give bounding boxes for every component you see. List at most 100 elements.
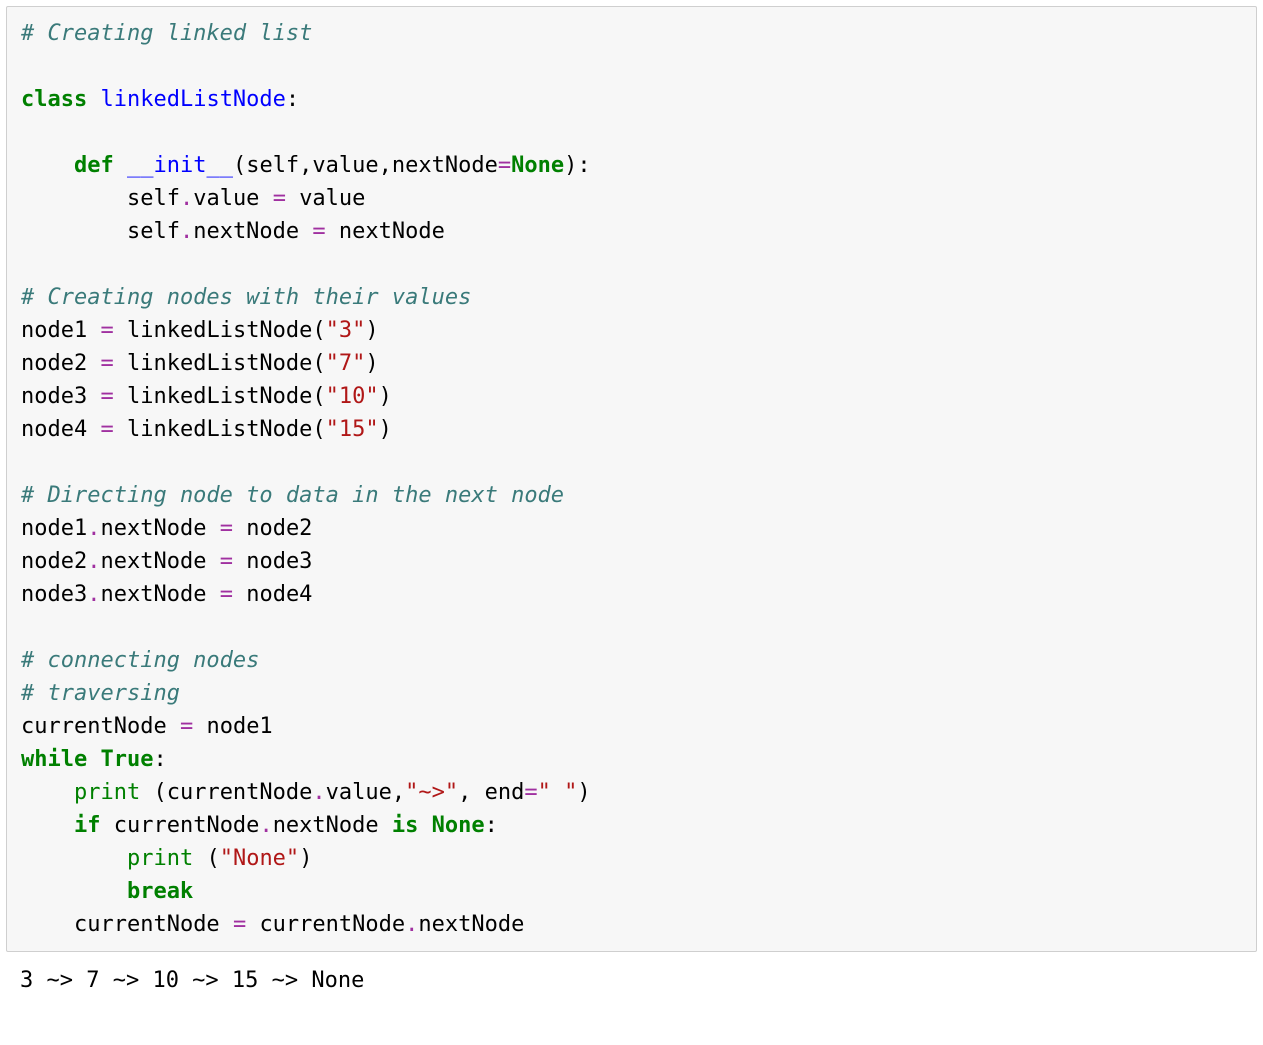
code-text: node2 <box>246 516 312 541</box>
builtin-none: None <box>511 153 564 178</box>
code-text: ) <box>299 846 312 871</box>
code-text: ) <box>379 417 392 442</box>
code-text: ) <box>379 384 392 409</box>
punct: : <box>153 747 166 772</box>
code-text: nextNode <box>193 219 312 244</box>
code-text: currentNode <box>74 912 233 937</box>
code-text: nextNode <box>339 219 445 244</box>
builtin-none: None <box>432 813 485 838</box>
keyword-break: break <box>127 879 193 904</box>
string: "None" <box>220 846 299 871</box>
punct: : <box>286 87 299 112</box>
function-name: __init__ <box>127 153 233 178</box>
indent <box>21 780 74 805</box>
params: (self,value,nextNode <box>233 153 498 178</box>
code-text: linkedListNode( <box>127 417 326 442</box>
code-text: , end <box>458 780 524 805</box>
code-text: node2 <box>21 549 87 574</box>
keyword-while: while <box>21 747 87 772</box>
operator: = <box>233 912 260 937</box>
code-text: node1 <box>21 516 87 541</box>
attr-dot: . <box>405 912 418 937</box>
operator: = <box>100 417 127 442</box>
code-text: value <box>299 186 365 211</box>
attr-dot: . <box>87 549 100 574</box>
code-text: node1 <box>21 318 100 343</box>
string: "~>" <box>405 780 458 805</box>
code-text: nextNode <box>100 549 219 574</box>
code-text: linkedListNode( <box>127 351 326 376</box>
operator: = <box>220 549 247 574</box>
code-text: linkedListNode( <box>127 318 326 343</box>
builtin-print: print <box>127 846 193 871</box>
string: "7" <box>326 351 366 376</box>
keyword-if: if <box>74 813 101 838</box>
code-text: nextNode <box>273 813 392 838</box>
code-text: currentNode <box>259 912 405 937</box>
attr-dot: . <box>87 516 100 541</box>
operator: = <box>180 714 207 739</box>
keyword-is: is <box>392 813 419 838</box>
punct: : <box>485 813 498 838</box>
code-text: node4 <box>246 582 312 607</box>
code-text: ( <box>193 846 220 871</box>
operator: = <box>220 582 247 607</box>
code-text: value, <box>326 780 405 805</box>
code-input-cell[interactable]: # Creating linked list class linkedListN… <box>6 6 1257 952</box>
attr-dot: . <box>180 186 193 211</box>
code-text: currentNode <box>100 813 259 838</box>
code-text: node3 <box>21 582 87 607</box>
code-text: currentNode <box>21 714 180 739</box>
attr-dot: . <box>312 780 325 805</box>
space <box>87 747 100 772</box>
operator: = <box>220 516 247 541</box>
operator: = <box>100 351 127 376</box>
output-cell: 3 ~> 7 ~> 10 ~> 15 ~> None <box>6 958 1257 1007</box>
code-text: node4 <box>21 417 100 442</box>
string: "15" <box>326 417 379 442</box>
indent <box>21 879 127 904</box>
operator: = <box>273 186 300 211</box>
indent <box>21 912 74 937</box>
attr-dot: . <box>87 582 100 607</box>
notebook-container: # Creating linked list class linkedListN… <box>0 6 1263 1007</box>
comment: # Directing node to data in the next nod… <box>21 483 564 508</box>
comment: # Creating nodes with their values <box>21 285 471 310</box>
string: "10" <box>326 384 379 409</box>
operator: = <box>498 153 511 178</box>
space <box>418 813 431 838</box>
code-text: ) <box>365 351 378 376</box>
string: "3" <box>326 318 366 343</box>
code-text: self <box>127 219 180 244</box>
operator: = <box>524 780 537 805</box>
code-text: ) <box>577 780 590 805</box>
code-text: (currentNode <box>140 780 312 805</box>
code-text: linkedListNode( <box>127 384 326 409</box>
code-text: ) <box>365 318 378 343</box>
code-text: nextNode <box>100 516 219 541</box>
code-text: self <box>127 186 180 211</box>
comment: # traversing <box>21 681 180 706</box>
code-text: node1 <box>206 714 272 739</box>
comment: # Creating linked list <box>21 21 312 46</box>
code-text: value <box>193 186 272 211</box>
code-text: node3 <box>21 384 100 409</box>
indent <box>21 813 74 838</box>
code-text: nextNode <box>100 582 219 607</box>
operator: = <box>312 219 339 244</box>
keyword-class: class <box>21 87 87 112</box>
keyword-def: def <box>74 153 114 178</box>
comment: # connecting nodes <box>21 648 259 673</box>
class-name: linkedListNode <box>100 87 285 112</box>
builtin-print: print <box>74 780 140 805</box>
indent <box>21 846 127 871</box>
code-text: nextNode <box>418 912 524 937</box>
params-close: ): <box>564 153 591 178</box>
attr-dot: . <box>259 813 272 838</box>
attr-dot: . <box>180 219 193 244</box>
code-text: node2 <box>21 351 100 376</box>
code-text: node3 <box>246 549 312 574</box>
operator: = <box>100 384 127 409</box>
code-block: # Creating linked list class linkedListN… <box>21 17 1242 941</box>
string: " " <box>538 780 578 805</box>
